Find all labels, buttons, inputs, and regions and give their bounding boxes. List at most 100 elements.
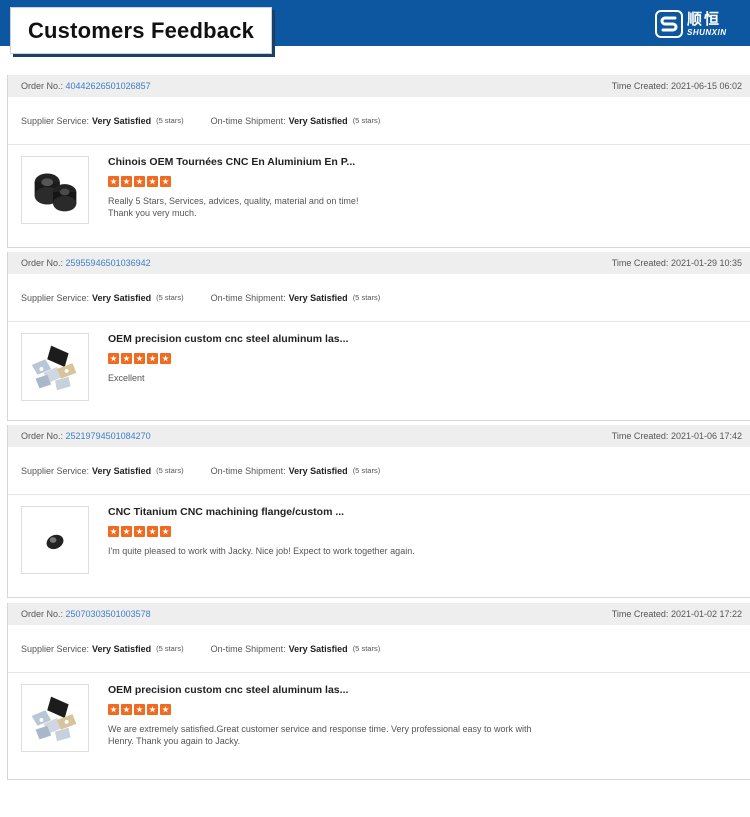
order-time: Time Created: 2021-01-02 17:22: [612, 609, 742, 619]
supplier-service-value: Very Satisfied: [92, 292, 152, 303]
star-icon: [147, 704, 158, 715]
ontime-shipment-stars: (5 stars): [352, 466, 381, 475]
black-bushings-icon: [22, 173, 88, 227]
review-comment-line: Thank you very much.: [108, 208, 197, 218]
time-created-value: 2021-01-06 17:42: [670, 431, 742, 441]
metal-brackets-icon: [22, 696, 88, 755]
ontime-shipment-value: Very Satisfied: [288, 115, 348, 126]
review-comment: I'm quite pleased to work with Jacky. Ni…: [108, 545, 568, 557]
order-time: Time Created: 2021-06-15 06:02: [612, 81, 742, 91]
order-no-label: Order No.:: [21, 609, 64, 619]
bottom-divider: [13, 779, 742, 780]
page-title-box: Customers Feedback: [10, 7, 272, 54]
metal-brackets-icon: [22, 345, 88, 404]
product-thumbnail[interactable]: [21, 506, 89, 574]
time-created-value: 2021-06-15 06:02: [670, 81, 742, 91]
logo-cn-text: 顺恒: [687, 9, 722, 28]
order-number: Order No.: 25955946501036942: [21, 258, 151, 268]
review-comment-line: Henry. Thank you again to Jacky.: [108, 736, 241, 746]
rating-row: Supplier Service: Very Satisfied (5 star…: [8, 274, 750, 322]
star-icon: [160, 704, 171, 715]
supplier-service-label: Supplier Service:: [21, 465, 90, 476]
feedback-card: Order No.: 25955946501036942 Time Create…: [7, 252, 750, 421]
supplier-service-stars: (5 stars): [156, 644, 184, 653]
supplier-service-stars: (5 stars): [156, 466, 184, 475]
star-rating: [108, 526, 171, 537]
supplier-service-stars: (5 stars): [156, 116, 184, 125]
time-created-label: Time Created:: [611, 609, 669, 619]
logo-en-text: SHUNXIN: [687, 27, 727, 37]
order-time: Time Created: 2021-01-29 10:35: [612, 258, 742, 268]
order-header: Order No.: 25219794501084270 Time Create…: [8, 425, 750, 447]
order-no-link[interactable]: 25955946501036942: [66, 258, 151, 268]
review-comment: Really 5 Stars, Services, advices, quali…: [108, 195, 568, 219]
star-icon: [108, 353, 119, 364]
review-comment-line: We are extremely satisfied.Great custome…: [108, 724, 532, 734]
order-no-link[interactable]: 40442626501026857: [66, 81, 151, 91]
order-no-link[interactable]: 25219794501084270: [66, 431, 151, 441]
star-icon: [147, 353, 158, 364]
ontime-shipment-stars: (5 stars): [352, 644, 381, 653]
titanium-flange-icon: [22, 534, 88, 577]
ontime-shipment-stars: (5 stars): [352, 293, 381, 302]
star-icon: [147, 176, 158, 187]
star-icon: [134, 176, 145, 187]
rating-row: Supplier Service: Very Satisfied (5 star…: [8, 447, 750, 495]
order-header: Order No.: 40442626501026857 Time Create…: [8, 75, 750, 97]
product-title-link[interactable]: OEM precision custom cnc steel aluminum …: [108, 333, 348, 345]
product-row: OEM precision custom cnc steel aluminum …: [8, 673, 750, 763]
review-comment-line: Really 5 Stars, Services, advices, quali…: [108, 196, 359, 206]
page-title: Customers Feedback: [27, 17, 255, 43]
time-created-value: 2021-01-02 17:22: [670, 609, 742, 619]
shunxin-logo: 顺恒 SHUNXIN: [655, 9, 743, 39]
product-thumbnail[interactable]: [21, 333, 89, 401]
product-thumbnail[interactable]: [21, 156, 89, 224]
review-comment-line: Excellent: [108, 373, 145, 383]
ontime-shipment-value: Very Satisfied: [288, 465, 348, 476]
ontime-shipment-label: On-time Shipment:: [210, 115, 286, 126]
supplier-service-value: Very Satisfied: [92, 115, 152, 126]
star-icon: [121, 526, 132, 537]
star-rating: [108, 353, 171, 364]
feedback-card: Order No.: 25070303501003578 Time Create…: [7, 603, 750, 780]
order-number: Order No.: 25070303501003578: [21, 609, 151, 619]
order-no-link[interactable]: 25070303501003578: [66, 609, 151, 619]
product-row: CNC Titanium CNC machining flange/custom…: [8, 495, 750, 585]
rating-row: Supplier Service: Very Satisfied (5 star…: [8, 97, 750, 145]
supplier-service-label: Supplier Service:: [21, 292, 90, 303]
time-created-label: Time Created:: [611, 81, 669, 91]
ontime-shipment-label: On-time Shipment:: [210, 465, 286, 476]
ontime-shipment-label: On-time Shipment:: [210, 643, 286, 654]
supplier-service-value: Very Satisfied: [92, 465, 152, 476]
product-title-link[interactable]: CNC Titanium CNC machining flange/custom…: [108, 506, 344, 518]
product-thumbnail[interactable]: [21, 684, 89, 752]
star-icon: [121, 176, 132, 187]
review-comment: We are extremely satisfied.Great custome…: [108, 723, 568, 747]
order-number: Order No.: 25219794501084270: [21, 431, 151, 441]
feedback-card: Order No.: 40442626501026857 Time Create…: [7, 75, 750, 248]
order-no-label: Order No.:: [21, 258, 64, 268]
star-icon: [160, 353, 171, 364]
ontime-shipment-value: Very Satisfied: [288, 292, 348, 303]
review-comment-line: I'm quite pleased to work with Jacky. Ni…: [108, 546, 415, 556]
product-title-link[interactable]: OEM precision custom cnc steel aluminum …: [108, 684, 348, 696]
ontime-shipment-stars: (5 stars): [352, 116, 381, 125]
product-title-link[interactable]: Chinois OEM Tournées CNC En Aluminium En…: [108, 156, 355, 168]
order-time: Time Created: 2021-01-06 17:42: [612, 431, 742, 441]
star-icon: [160, 526, 171, 537]
star-icon: [134, 353, 145, 364]
ontime-shipment-value: Very Satisfied: [288, 643, 348, 654]
order-no-label: Order No.:: [21, 81, 64, 91]
rating-row: Supplier Service: Very Satisfied (5 star…: [8, 625, 750, 673]
time-created-label: Time Created:: [611, 258, 669, 268]
ontime-shipment-label: On-time Shipment:: [210, 292, 286, 303]
star-icon: [134, 704, 145, 715]
star-icon: [134, 526, 145, 537]
review-comment: Excellent: [108, 372, 568, 384]
order-header: Order No.: 25070303501003578 Time Create…: [8, 603, 750, 625]
product-row: OEM precision custom cnc steel aluminum …: [8, 322, 750, 412]
star-icon: [108, 704, 119, 715]
product-row: Chinois OEM Tournées CNC En Aluminium En…: [8, 145, 750, 235]
supplier-service-stars: (5 stars): [156, 293, 184, 302]
star-icon: [160, 176, 171, 187]
